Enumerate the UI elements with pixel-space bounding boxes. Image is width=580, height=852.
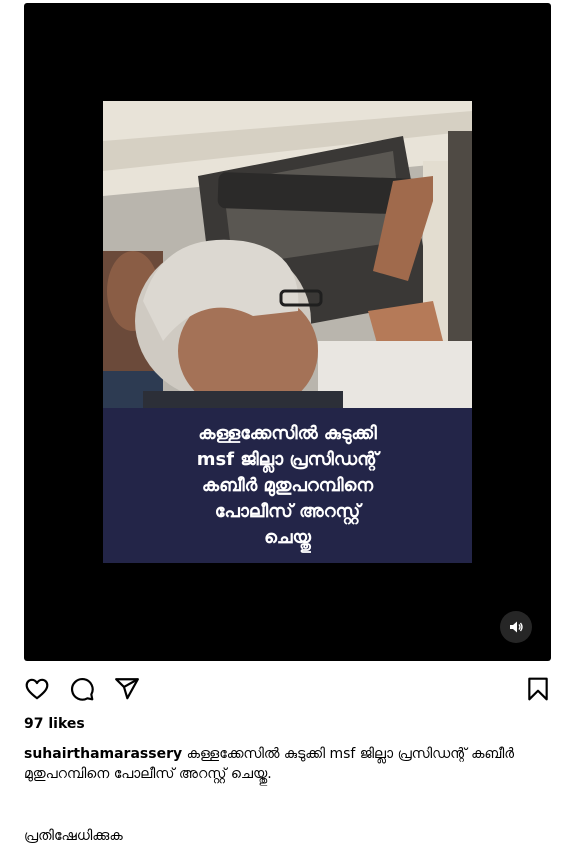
mute-button[interactable] <box>500 611 532 643</box>
heart-icon <box>25 678 49 700</box>
overlay-line: പോലീസ് അറസ്റ്റ് <box>214 500 361 522</box>
paper-plane-icon <box>115 678 139 700</box>
comment-bubble-icon <box>71 678 94 701</box>
overlay-line: കള്ളക്കേസിൽ കുടുക്കി <box>198 422 377 444</box>
speaker-icon <box>510 621 523 633</box>
video-photo <box>103 101 472 408</box>
overlay-line: ചെയ്തു <box>264 526 311 548</box>
overlay-line: msf ജില്ലാ പ്രസിഡന്റ് <box>196 448 379 470</box>
headline-overlay: കള്ളക്കേസിൽ കുടുക്കി msf ജില്ലാ പ്രസിഡന്… <box>103 408 472 563</box>
post-caption: suhairthamarassery കള്ളക്കേസിൽ കുടുക്കി … <box>24 744 554 784</box>
post-media[interactable]: കള്ളക്കേസിൽ കുടുക്കി msf ജില്ലാ പ്രസിഡന്… <box>24 3 551 661</box>
share-button[interactable] <box>114 676 140 702</box>
bookmark-icon <box>528 677 548 701</box>
action-bar <box>24 676 551 702</box>
save-button[interactable] <box>525 676 551 702</box>
comment-button[interactable] <box>69 676 95 702</box>
likes-count[interactable]: 97 likes <box>24 716 85 732</box>
caption-username[interactable]: suhairthamarassery <box>24 746 182 762</box>
video-frame: കള്ളക്കേസിൽ കുടുക്കി msf ജില്ലാ പ്രസിഡന്… <box>103 101 472 563</box>
overlay-line: കബീർ മുതുപറമ്പിനെ <box>201 474 374 496</box>
comment-text: പ്രതിഷേധിക്കുക <box>24 828 123 844</box>
like-button[interactable] <box>24 676 50 702</box>
